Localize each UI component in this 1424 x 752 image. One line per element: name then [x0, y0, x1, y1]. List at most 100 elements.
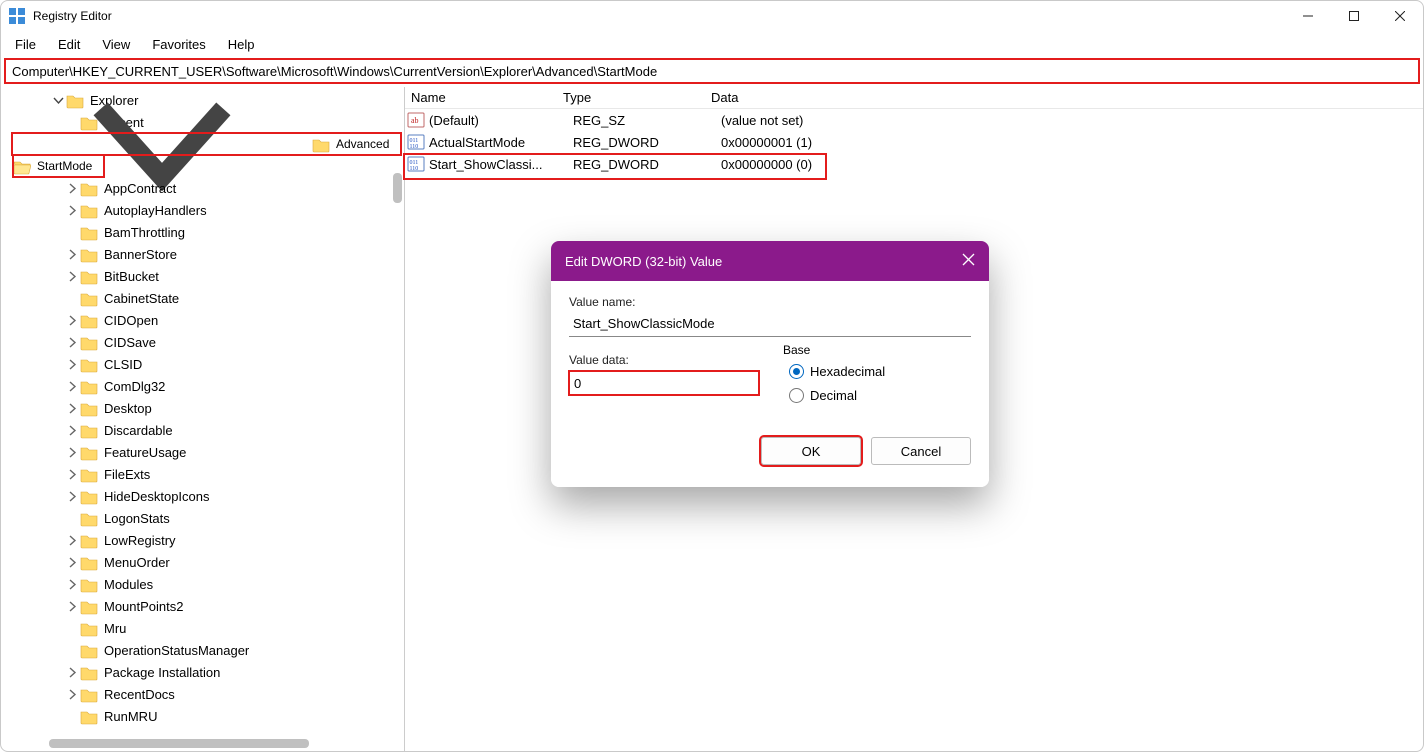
- list-header[interactable]: Name Type Data: [405, 87, 1423, 109]
- chevron-right-icon[interactable]: [65, 309, 80, 331]
- tree-item[interactable]: CIDSave: [1, 331, 404, 353]
- chevron-right-icon[interactable]: [65, 573, 80, 595]
- chevron-right-icon[interactable]: [65, 661, 80, 683]
- dialog-close-button[interactable]: [962, 253, 975, 269]
- menu-file[interactable]: File: [5, 33, 46, 56]
- list-row[interactable]: ActualStartModeREG_DWORD0x00000001 (1): [405, 131, 1423, 153]
- chevron-right-icon[interactable]: [65, 177, 80, 199]
- chevron-right-icon[interactable]: [65, 529, 80, 551]
- tree-item[interactable]: Package Installation: [1, 661, 404, 683]
- menu-view[interactable]: View: [92, 33, 140, 56]
- col-type[interactable]: Type: [557, 90, 705, 105]
- chevron-right-icon[interactable]: [65, 595, 80, 617]
- tree-item[interactable]: LogonStats: [1, 507, 404, 529]
- chevron-right-icon[interactable]: [65, 375, 80, 397]
- radio-dec[interactable]: Decimal: [789, 383, 963, 407]
- tree-item[interactable]: HideDesktopIcons: [1, 485, 404, 507]
- chevron-right-icon[interactable]: [65, 485, 80, 507]
- dialog-titlebar[interactable]: Edit DWORD (32-bit) Value: [551, 241, 989, 281]
- chevron-right-icon[interactable]: [65, 287, 80, 309]
- tree-item-label: Package Installation: [104, 665, 220, 680]
- menu-edit[interactable]: Edit: [48, 33, 90, 56]
- cancel-button[interactable]: Cancel: [871, 437, 971, 465]
- folder-open-icon: [13, 159, 31, 173]
- value-name: Start_ShowClassi...: [429, 157, 573, 172]
- chevron-right-icon[interactable]: [65, 507, 80, 529]
- tree-item-label: Modules: [104, 577, 153, 592]
- tree-item[interactable]: MenuOrder: [1, 551, 404, 573]
- tree-item[interactable]: BannerStore: [1, 243, 404, 265]
- value-name: ActualStartMode: [429, 135, 573, 150]
- chevron-right-icon[interactable]: [65, 617, 80, 639]
- menu-help[interactable]: Help: [218, 33, 265, 56]
- title-bar[interactable]: Registry Editor: [1, 1, 1423, 31]
- tree-item-label: Discardable: [104, 423, 173, 438]
- value-name-field[interactable]: [569, 311, 971, 337]
- tree-item[interactable]: ComDlg32: [1, 375, 404, 397]
- list-row[interactable]: Start_ShowClassi...REG_DWORD0x00000000 (…: [405, 153, 1423, 175]
- ok-button[interactable]: OK: [761, 437, 861, 465]
- chevron-down-icon[interactable]: [12, 87, 312, 221]
- tree-item[interactable]: CIDOpen: [1, 309, 404, 331]
- folder-icon: [80, 687, 98, 701]
- chevron-right-icon[interactable]: [65, 419, 80, 441]
- address-bar[interactable]: Computer\HKEY_CURRENT_USER\Software\Micr…: [5, 59, 1419, 83]
- tree-item[interactable]: BitBucket: [1, 265, 404, 287]
- tree-item-label: RunMRU: [104, 709, 157, 724]
- tree-item[interactable]: MountPoints2: [1, 595, 404, 617]
- folder-icon: [80, 643, 98, 657]
- tree-item-label: AutoplayHandlers: [104, 203, 207, 218]
- window-title: Registry Editor: [33, 9, 112, 23]
- folder-icon: [80, 423, 98, 437]
- tree-item[interactable]: CabinetState: [1, 287, 404, 309]
- tree-item[interactable]: FeatureUsage: [1, 441, 404, 463]
- chevron-right-icon[interactable]: [65, 243, 80, 265]
- folder-icon: [80, 599, 98, 613]
- maximize-button[interactable]: [1331, 1, 1377, 31]
- tree-pane[interactable]: ExplorerAccentAdvancedStartModeAppContra…: [1, 87, 405, 751]
- tree-item[interactable]: LowRegistry: [1, 529, 404, 551]
- chevron-right-icon[interactable]: [65, 551, 80, 573]
- folder-icon: [80, 401, 98, 415]
- tree-item-label: MountPoints2: [104, 599, 184, 614]
- tree-item[interactable]: OperationStatusManager: [1, 639, 404, 661]
- chevron-right-icon[interactable]: [65, 353, 80, 375]
- tree-item[interactable]: Modules: [1, 573, 404, 595]
- col-name[interactable]: Name: [405, 90, 557, 105]
- folder-icon: [80, 181, 98, 195]
- tree-item-label: CabinetState: [104, 291, 179, 306]
- value-type: REG_SZ: [573, 113, 721, 128]
- minimize-button[interactable]: [1285, 1, 1331, 31]
- list-row[interactable]: (Default)REG_SZ(value not set): [405, 109, 1423, 131]
- tree-item[interactable]: Discardable: [1, 419, 404, 441]
- chevron-right-icon[interactable]: [65, 683, 80, 705]
- tree-item[interactable]: CLSID: [1, 353, 404, 375]
- chevron-right-icon[interactable]: [65, 639, 80, 661]
- horizontal-scrollbar-thumb[interactable]: [49, 739, 309, 748]
- tree-item[interactable]: FileExts: [1, 463, 404, 485]
- chevron-right-icon[interactable]: [65, 463, 80, 485]
- chevron-right-icon[interactable]: [65, 199, 80, 221]
- tree-item[interactable]: Mru: [1, 617, 404, 639]
- highlight-tree-box: StartMode: [13, 155, 104, 177]
- tree-item[interactable]: Desktop: [1, 397, 404, 419]
- radio-hex[interactable]: Hexadecimal: [789, 359, 963, 383]
- dialog-body: Value name: Value data: Base Hexadecimal…: [551, 281, 989, 487]
- tree-item[interactable]: RunMRU: [1, 705, 404, 727]
- chevron-right-icon[interactable]: [65, 705, 80, 727]
- tree-item[interactable]: RecentDocs: [1, 683, 404, 705]
- folder-icon: [80, 621, 98, 635]
- vertical-scrollbar-thumb[interactable]: [393, 173, 402, 203]
- col-data[interactable]: Data: [705, 90, 1423, 105]
- close-button[interactable]: [1377, 1, 1423, 31]
- chevron-right-icon[interactable]: [65, 397, 80, 419]
- menu-favorites[interactable]: Favorites: [142, 33, 215, 56]
- chevron-right-icon[interactable]: [65, 441, 80, 463]
- value-data-field[interactable]: [569, 371, 759, 395]
- chevron-right-icon[interactable]: [65, 265, 80, 287]
- chevron-right-icon[interactable]: [65, 221, 80, 243]
- tree-item[interactable]: BamThrottling: [1, 221, 404, 243]
- chevron-right-icon[interactable]: [65, 331, 80, 353]
- tree-item-label: Desktop: [104, 401, 152, 416]
- tree-item[interactable]: Advanced: [1, 133, 404, 155]
